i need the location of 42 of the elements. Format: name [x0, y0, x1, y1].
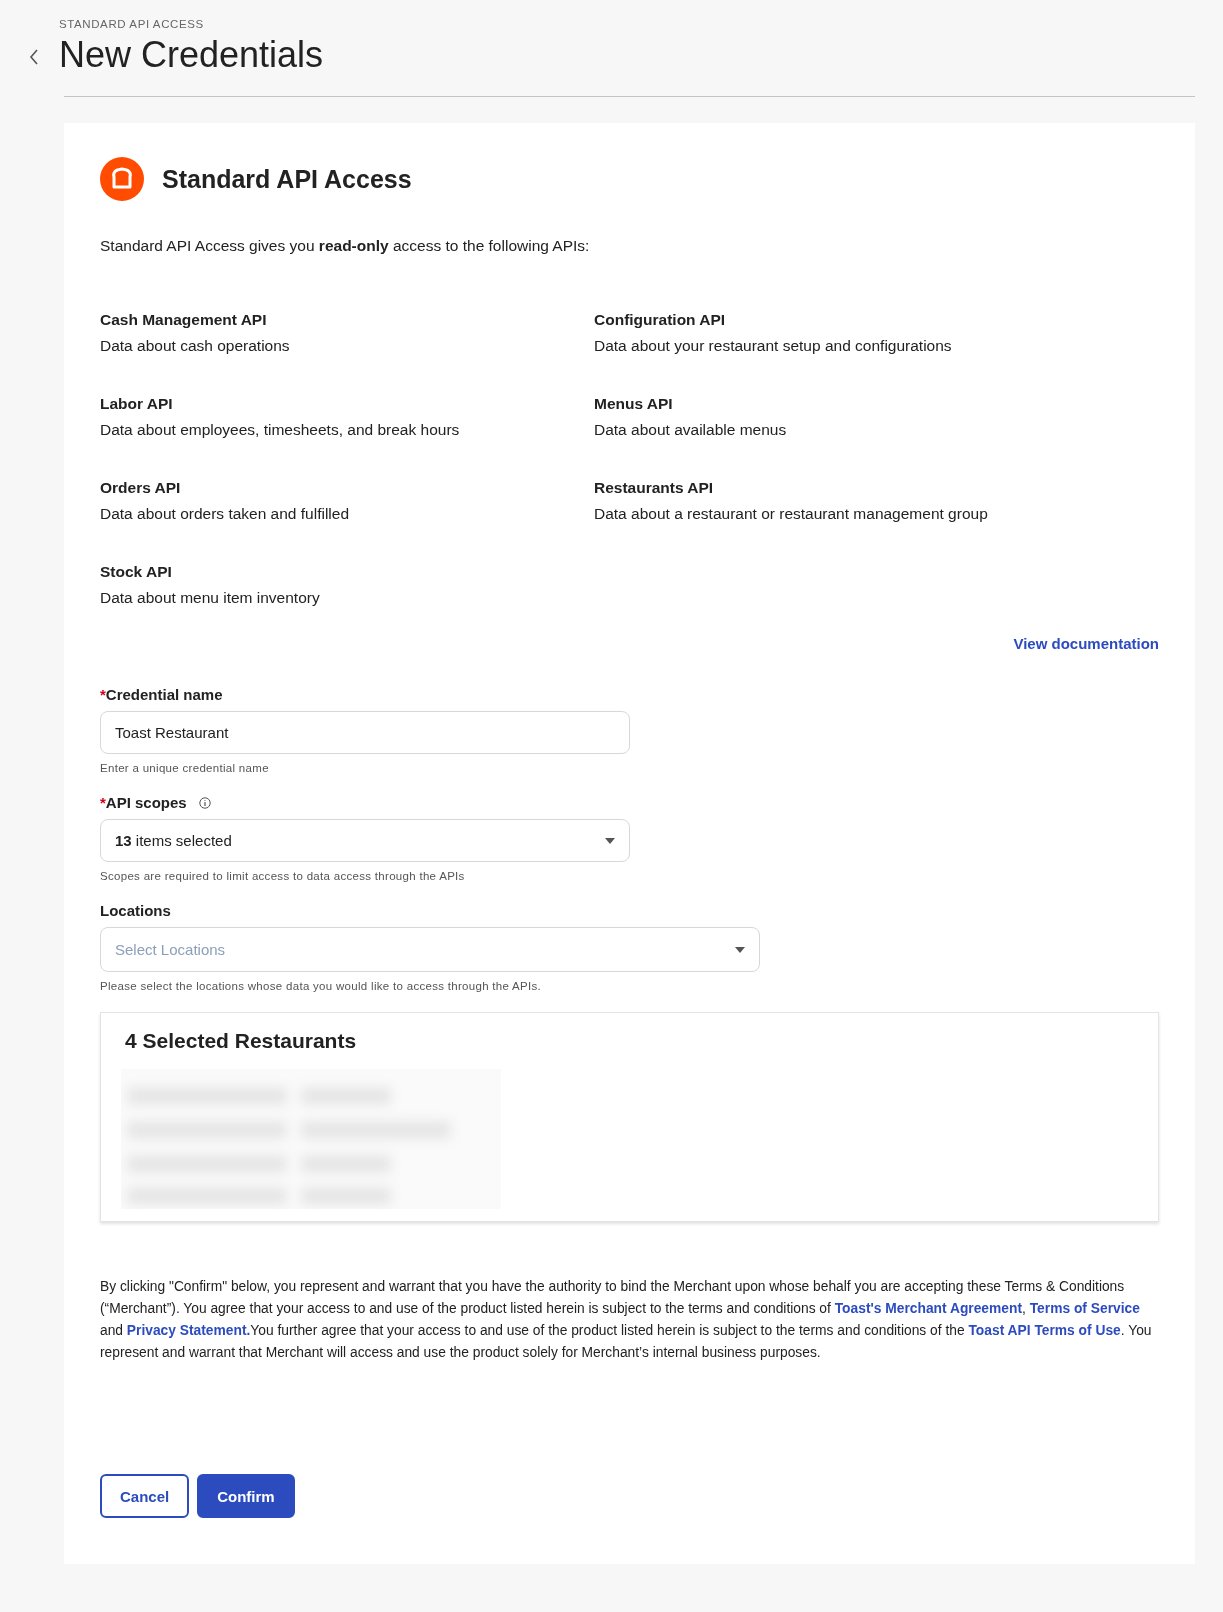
api-name: Restaurants API: [594, 479, 715, 497]
api-name: Configuration API: [594, 311, 727, 329]
card-title: Standard API Access: [162, 164, 412, 194]
api-description: Data about employees, timesheets, and break hours: [100, 421, 461, 439]
field-label: Locations: [100, 902, 171, 919]
documentation-link[interactable]: View documentation: [1013, 635, 1159, 652]
dropdown-field[interactable]: 13 items selected: [100, 819, 630, 862]
api-description: Data about cash operations: [100, 337, 291, 355]
helper-text: Scopes are required to limit access to data access through the APIs: [100, 870, 466, 882]
page-title: New Credentials: [59, 34, 324, 76]
required-asterisk: *: [100, 686, 106, 703]
panel-title: 4 Selected Restaurants: [125, 1029, 358, 1053]
required-asterisk: *: [100, 794, 106, 811]
toast-logo-icon: [100, 157, 144, 201]
text-field[interactable]: Toast Restaurant: [100, 711, 630, 754]
api-name: Menus API: [594, 395, 674, 413]
back-icon[interactable]: [29, 49, 39, 65]
terms-link[interactable]: Terms of Service: [1029, 1301, 1140, 1316]
confirm-button[interactable]: Confirm: [197, 1474, 295, 1518]
helper-text: Enter a unique credential name: [100, 762, 270, 774]
field-label: API scopes: [105, 794, 187, 811]
cancel-button[interactable]: Cancel: [100, 1474, 190, 1518]
breadcrumb-label: STANDARD API ACCESS: [59, 18, 204, 30]
caret-icon: [605, 837, 615, 844]
helper-text: Please select the locations whose data you would like to access through the APIs.: [100, 980, 543, 992]
api-description: Data about available menus: [594, 421, 788, 439]
terms-paragraph: By clicking "Confirm" below, you represent and warrant that you have the authority to bind the Merchant upon whose behalf you are accepting these Terms & Conditions (“Merchant”). You agree that your access to and use of the product listed herein is subject to the terms and conditions of Toast's Merchant Agreement, Terms of Service and Privacy Statement.You further agree that your access to and use of the product listed herein is subject to the terms and conditions of the Toast API Terms of Use. You represent and warrant that Merchant will access and use the product solely for Merchant’s internal business purposes.: [100, 1278, 1153, 1362]
terms-link[interactable]: Toast API Terms of Use: [968, 1323, 1121, 1338]
api-description: Data about menu item inventory: [100, 589, 321, 607]
info-icon[interactable]: [198, 796, 211, 809]
intro-text: Standard API Access gives you read-only access to the following APIs:: [100, 237, 591, 255]
api-name: Orders API: [100, 479, 182, 497]
api-description: Data about a restaurant or restaurant management group: [594, 505, 989, 523]
api-name: Labor API: [100, 395, 174, 413]
terms-link[interactable]: Toast's Merchant Agreement: [834, 1301, 1022, 1316]
api-description: Data about your restaurant setup and configurations: [594, 337, 953, 355]
caret-icon: [735, 946, 745, 953]
api-name: Stock API: [100, 563, 173, 581]
field-label: Credential name: [105, 686, 223, 703]
api-description: Data about orders taken and fulfilled: [100, 505, 351, 523]
api-name: Cash Management API: [100, 311, 268, 329]
terms-link[interactable]: Privacy Statement.: [126, 1323, 251, 1338]
